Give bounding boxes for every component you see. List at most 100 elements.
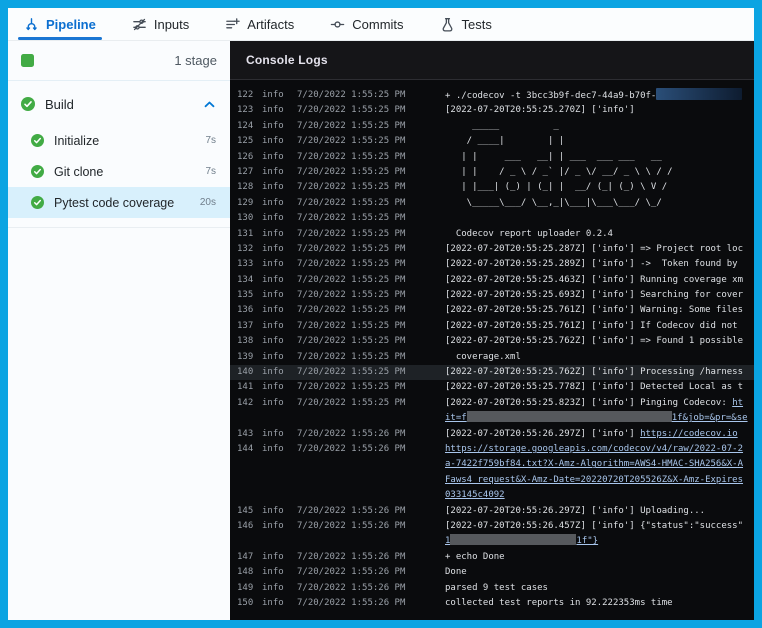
log-row[interactable]: 135info7/20/2022 1:55:25 PM[2022-07-20T2… (230, 288, 754, 303)
log-message: collected test reports in 92.222353ms ti… (445, 596, 754, 611)
log-row[interactable]: a-7422f759bf84.txt?X-Amz-Algorithm=AWS4-… (230, 457, 754, 472)
log-row[interactable]: 147info7/20/2022 1:55:26 PM+ echo Done (230, 550, 754, 565)
log-link[interactable]: https://storage.googleapis.com/codecov/v… (445, 444, 743, 454)
log-row[interactable]: 123info7/20/2022 1:55:25 PM[2022-07-20T2… (230, 103, 754, 118)
log-row[interactable]: 143info7/20/2022 1:55:26 PM[2022-07-20T2… (230, 427, 754, 442)
log-row[interactable]: 145info7/20/2022 1:55:26 PM[2022-07-20T2… (230, 504, 754, 519)
console-log-list[interactable]: 122info7/20/2022 1:55:25 PM+ ./codecov -… (230, 80, 754, 620)
log-row[interactable]: 134info7/20/2022 1:55:25 PM[2022-07-20T2… (230, 273, 754, 288)
log-ts: 7/20/2022 1:55:26 PM (297, 504, 445, 519)
log-message: [2022-07-20T20:55:25.761Z] ['info'] If C… (445, 319, 754, 334)
log-link[interactable]: 1f"} (576, 536, 598, 546)
console-panel: Console Logs 122info7/20/2022 1:55:25 PM… (230, 41, 754, 620)
log-lvl: info (262, 565, 297, 580)
log-ts: 7/20/2022 1:55:25 PM (297, 180, 445, 195)
log-row[interactable]: 148info7/20/2022 1:55:26 PMDone (230, 565, 754, 580)
log-link[interactable]: Faws4_request&X-Amz-Date=20220720T205526… (445, 475, 743, 485)
log-row[interactable]: 127info7/20/2022 1:55:25 PM | | / _ \ / … (230, 165, 754, 180)
stage-group-build[interactable]: Build (8, 90, 230, 118)
log-row[interactable]: it=f 1f&job=&pr=&se (230, 411, 754, 426)
log-row[interactable]: 124info7/20/2022 1:55:25 PM _____ _ (230, 119, 754, 134)
tab-pipeline[interactable]: Pipeline (24, 8, 96, 40)
log-row[interactable]: 131info7/20/2022 1:55:25 PM Codecov repo… (230, 227, 754, 242)
step-label: Pytest code coverage (54, 196, 174, 210)
log-text: [2022-07-20T20:55:25.762Z] ['info'] => F… (445, 336, 743, 346)
log-ts: 7/20/2022 1:55:25 PM (297, 227, 445, 242)
log-ts: 7/20/2022 1:55:25 PM (297, 196, 445, 211)
log-num: 147 (237, 550, 262, 565)
log-row[interactable]: 130info7/20/2022 1:55:25 PM (230, 211, 754, 226)
log-lvl: info (262, 150, 297, 165)
log-num: 131 (237, 227, 262, 242)
log-link[interactable]: https://codecov.io (640, 429, 738, 439)
step-initialize[interactable]: Initialize 7s (8, 125, 230, 156)
log-num: 128 (237, 180, 262, 195)
log-row[interactable]: 126info7/20/2022 1:55:25 PM | | ___ __| … (230, 150, 754, 165)
log-num: 144 (237, 442, 262, 457)
log-row[interactable]: 133info7/20/2022 1:55:25 PM[2022-07-20T2… (230, 257, 754, 272)
log-row[interactable]: 141info7/20/2022 1:55:25 PM[2022-07-20T2… (230, 380, 754, 395)
tab-artifacts[interactable]: Artifacts (225, 8, 294, 40)
log-lvl: info (262, 196, 297, 211)
log-text: Done (445, 567, 467, 577)
log-message: [2022-07-20T20:55:26.457Z] ['info'] {"st… (445, 519, 754, 534)
log-link[interactable]: a-7422f759bf84.txt?X-Amz-Algorithm=AWS4-… (445, 459, 743, 469)
log-lvl: info (262, 334, 297, 349)
tab-commits[interactable]: Commits (330, 8, 403, 40)
tab-label: Artifacts (247, 17, 294, 32)
log-num: 125 (237, 134, 262, 149)
pipeline-execution-window: Pipeline Inputs Artifacts (0, 0, 762, 628)
log-num: 140 (237, 365, 262, 380)
commits-icon (330, 17, 345, 32)
tab-tests[interactable]: Tests (440, 8, 492, 40)
log-ts: 7/20/2022 1:55:25 PM (297, 211, 445, 226)
log-row[interactable]: 128info7/20/2022 1:55:25 PM | |___| (_) … (230, 180, 754, 195)
log-text: | |___| (_) | (_| | __/ (_| (_) \ V / (445, 182, 667, 192)
log-lvl (262, 488, 297, 503)
log-num: 137 (237, 319, 262, 334)
log-text: [2022-07-20T20:55:26.457Z] ['info'] {"st… (445, 521, 743, 531)
log-row[interactable]: 033145c4092 (230, 488, 754, 503)
log-link[interactable]: it=f (445, 413, 467, 423)
log-num: 123 (237, 103, 262, 118)
log-row[interactable]: 136info7/20/2022 1:55:25 PM[2022-07-20T2… (230, 303, 754, 318)
log-ts: 7/20/2022 1:55:25 PM (297, 319, 445, 334)
log-message: [2022-07-20T20:55:25.463Z] ['info'] Runn… (445, 273, 754, 288)
log-link[interactable]: ht (732, 398, 743, 408)
log-text: parsed 9 test cases (445, 583, 548, 593)
tab-inputs[interactable]: Inputs (132, 8, 189, 40)
log-row[interactable]: 146info7/20/2022 1:55:26 PM[2022-07-20T2… (230, 519, 754, 534)
log-row[interactable]: 129info7/20/2022 1:55:25 PM \_____\___/ … (230, 196, 754, 211)
log-row[interactable]: 144info7/20/2022 1:55:26 PMhttps://stora… (230, 442, 754, 457)
chevron-up-icon[interactable] (204, 101, 215, 108)
log-link[interactable]: 1f&job=&pr=&se (672, 413, 748, 423)
log-row[interactable]: 150info7/20/2022 1:55:26 PMcollected tes… (230, 596, 754, 611)
step-pytest-code-coverage[interactable]: Pytest code coverage 20s (8, 187, 230, 218)
log-lvl: info (262, 288, 297, 303)
log-row[interactable]: 125info7/20/2022 1:55:25 PM / ____| | | (230, 134, 754, 149)
log-message: https://storage.googleapis.com/codecov/v… (445, 442, 754, 457)
log-num (237, 534, 262, 549)
log-row[interactable]: 149info7/20/2022 1:55:26 PMparsed 9 test… (230, 581, 754, 596)
log-row[interactable]: 137info7/20/2022 1:55:25 PM[2022-07-20T2… (230, 319, 754, 334)
log-row[interactable]: Faws4_request&X-Amz-Date=20220720T205526… (230, 473, 754, 488)
log-message: [2022-07-20T20:55:26.297Z] ['info'] Uplo… (445, 504, 754, 519)
log-row[interactable]: 140info7/20/2022 1:55:25 PM[2022-07-20T2… (230, 365, 754, 380)
log-lvl (262, 534, 297, 549)
log-lvl: info (262, 550, 297, 565)
log-message: + echo Done (445, 550, 754, 565)
log-text: [2022-07-20T20:55:25.289Z] ['info'] -> T… (445, 259, 738, 269)
log-link[interactable]: 033145c4092 (445, 490, 505, 500)
log-row[interactable]: 142info7/20/2022 1:55:25 PM[2022-07-20T2… (230, 396, 754, 411)
log-message: [2022-07-20T20:55:25.823Z] ['info'] Ping… (445, 396, 754, 411)
log-row[interactable]: 139info7/20/2022 1:55:25 PM coverage.xml (230, 350, 754, 365)
log-row[interactable]: 138info7/20/2022 1:55:25 PM[2022-07-20T2… (230, 334, 754, 349)
step-git-clone[interactable]: Git clone 7s (8, 156, 230, 187)
stage-header: 1 stage (8, 41, 230, 81)
log-row[interactable]: 122info7/20/2022 1:55:25 PM+ ./codecov -… (230, 88, 754, 103)
log-row[interactable]: 11f"} (230, 534, 754, 549)
log-num (237, 457, 262, 472)
log-row[interactable]: 132info7/20/2022 1:55:25 PM[2022-07-20T2… (230, 242, 754, 257)
log-ts: 7/20/2022 1:55:25 PM (297, 303, 445, 318)
log-text: Codecov report uploader 0.2.4 (445, 229, 613, 239)
